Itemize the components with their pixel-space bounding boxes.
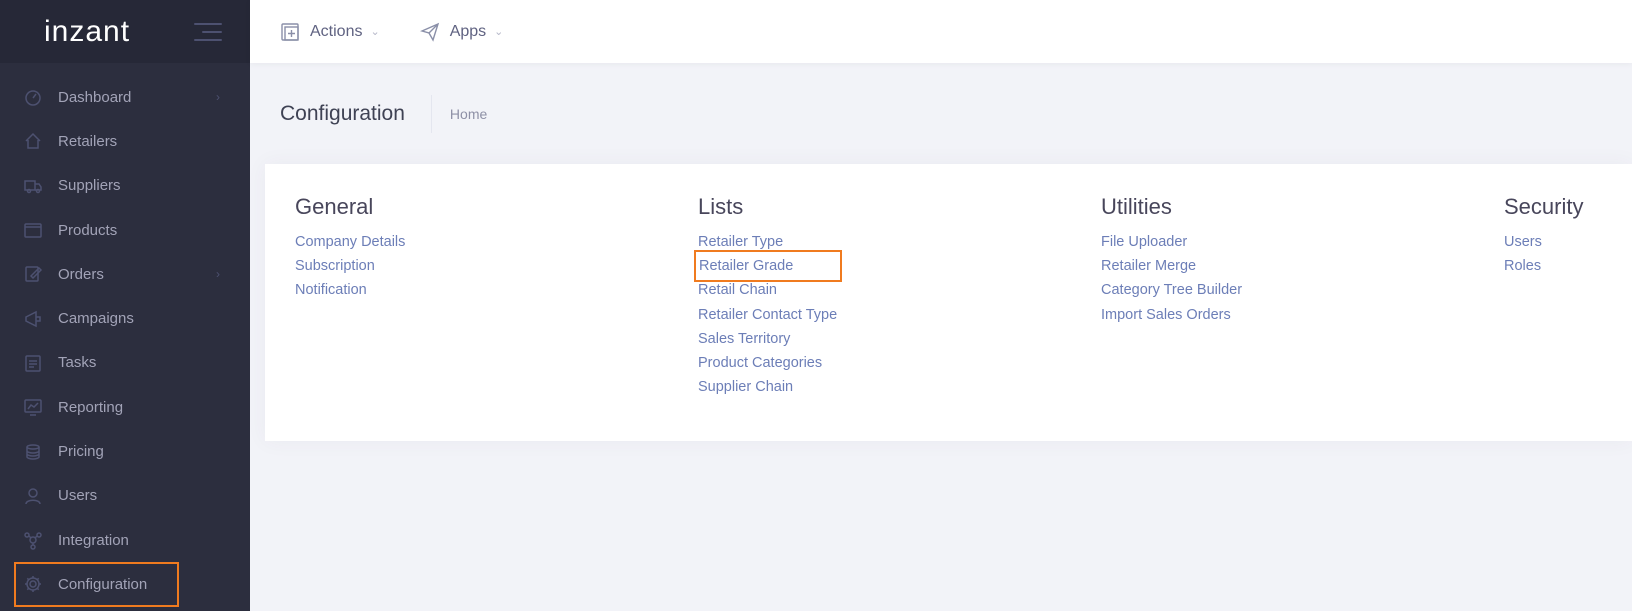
section-title: Utilities <box>1101 194 1172 219</box>
section-title: Lists <box>698 194 744 219</box>
configuration-card: General Company Details Subscription Not… <box>265 164 1632 441</box>
link-notification[interactable]: Notification <box>295 278 405 302</box>
menu-toggle-icon[interactable] <box>194 22 222 41</box>
link-product-categories[interactable]: Product Categories <box>698 351 838 375</box>
box-icon <box>22 219 44 241</box>
user-icon <box>22 485 44 507</box>
link-company-details[interactable]: Company Details <box>295 230 405 254</box>
link-retailer-contact-type[interactable]: Retailer Contact Type <box>698 303 838 327</box>
gear-icon <box>22 573 44 595</box>
sidebar-item-label: Products <box>58 221 118 239</box>
chevron-down-icon: ⌄ <box>370 26 380 38</box>
coins-icon <box>22 441 44 463</box>
apps-menu-label: Apps <box>449 22 487 40</box>
top-header: Actions ⌄ Apps ⌄ <box>250 0 1632 63</box>
link-retailer-grade[interactable]: Retailer Grade <box>694 250 842 283</box>
sidebar-item-products[interactable]: Products <box>0 208 250 252</box>
sidebar-item-pricing[interactable]: Pricing <box>0 429 250 473</box>
actions-menu[interactable]: Actions ⌄ <box>280 22 380 42</box>
sidebar-item-label: Orders <box>58 265 104 283</box>
link-category-tree-builder[interactable]: Category Tree Builder <box>1101 278 1242 302</box>
sidebar-item-label: Configuration <box>58 575 148 593</box>
network-icon <box>22 529 44 551</box>
link-roles[interactable]: Roles <box>1504 254 1583 278</box>
chevron-down-icon: ⌄ <box>494 26 504 38</box>
link-supplier-chain[interactable]: Supplier Chain <box>698 375 838 399</box>
home-icon <box>22 130 44 152</box>
sidebar: inzant Dashboard › Retailers Suppliers P… <box>0 0 250 611</box>
dashboard-icon <box>22 86 44 108</box>
section-general: General Company Details Subscription Not… <box>295 194 405 303</box>
chevron-right-icon: › <box>216 267 220 282</box>
sidebar-item-dashboard[interactable]: Dashboard › <box>0 75 250 119</box>
section-security: Security Users Roles <box>1504 194 1583 278</box>
sidebar-item-suppliers[interactable]: Suppliers <box>0 164 250 208</box>
sidebar-item-campaigns[interactable]: Campaigns <box>0 296 250 340</box>
add-square-icon <box>281 22 299 41</box>
sidebar-item-label: Integration <box>58 531 129 549</box>
sidebar-item-reporting[interactable]: Reporting <box>0 385 250 429</box>
sidebar-item-label: Retailers <box>58 132 118 150</box>
link-retail-chain[interactable]: Retail Chain <box>698 278 838 302</box>
chevron-right-icon: › <box>216 90 220 105</box>
section-utilities: Utilities File Uploader Retailer Merge C… <box>1101 194 1242 327</box>
sidebar-item-label: Dashboard <box>58 88 132 106</box>
breadcrumb-home[interactable]: Home <box>450 106 487 122</box>
chart-icon <box>22 396 44 418</box>
clipboard-icon <box>22 352 44 374</box>
actions-menu-label: Actions <box>310 22 363 40</box>
page-title: Configuration <box>280 95 432 133</box>
sidebar-item-configuration[interactable]: Configuration <box>14 562 179 607</box>
sidebar-item-users[interactable]: Users <box>0 474 250 518</box>
link-sales-territory[interactable]: Sales Territory <box>698 327 838 351</box>
section-title: Security <box>1504 194 1584 219</box>
edit-icon <box>22 263 44 285</box>
sidebar-item-label: Tasks <box>58 354 97 372</box>
sidebar-item-retailers[interactable]: Retailers <box>0 119 250 163</box>
megaphone-icon <box>22 308 44 330</box>
sidebar-item-tasks[interactable]: Tasks <box>0 341 250 385</box>
subheader: Configuration Home <box>280 94 487 134</box>
apps-menu[interactable]: Apps ⌄ <box>419 22 504 42</box>
sidebar-item-label: Suppliers <box>58 177 121 195</box>
section-lists: Lists Retailer Type Retailer Grade Retai… <box>694 194 842 399</box>
link-users[interactable]: Users <box>1504 230 1583 254</box>
paper-plane-icon <box>419 22 439 42</box>
brand-header: inzant <box>0 0 250 63</box>
link-import-sales-orders[interactable]: Import Sales Orders <box>1101 303 1242 327</box>
brand-logo[interactable]: inzant <box>44 15 130 49</box>
sidebar-item-integration[interactable]: Integration <box>0 518 250 562</box>
sidebar-item-label: Pricing <box>58 443 104 461</box>
link-retailer-type[interactable]: Retailer Type <box>698 230 838 254</box>
sidebar-item-label: Campaigns <box>58 310 134 328</box>
sidebar-item-label: Reporting <box>58 398 124 416</box>
truck-icon <box>22 175 44 197</box>
sidebar-menu: Dashboard › Retailers Suppliers Products… <box>0 75 250 607</box>
sidebar-item-label: Users <box>58 487 98 505</box>
link-subscription[interactable]: Subscription <box>295 254 405 278</box>
sidebar-item-orders[interactable]: Orders › <box>0 252 250 296</box>
section-title: General <box>295 194 374 219</box>
link-retailer-merge[interactable]: Retailer Merge <box>1101 254 1242 278</box>
link-file-uploader[interactable]: File Uploader <box>1101 230 1242 254</box>
